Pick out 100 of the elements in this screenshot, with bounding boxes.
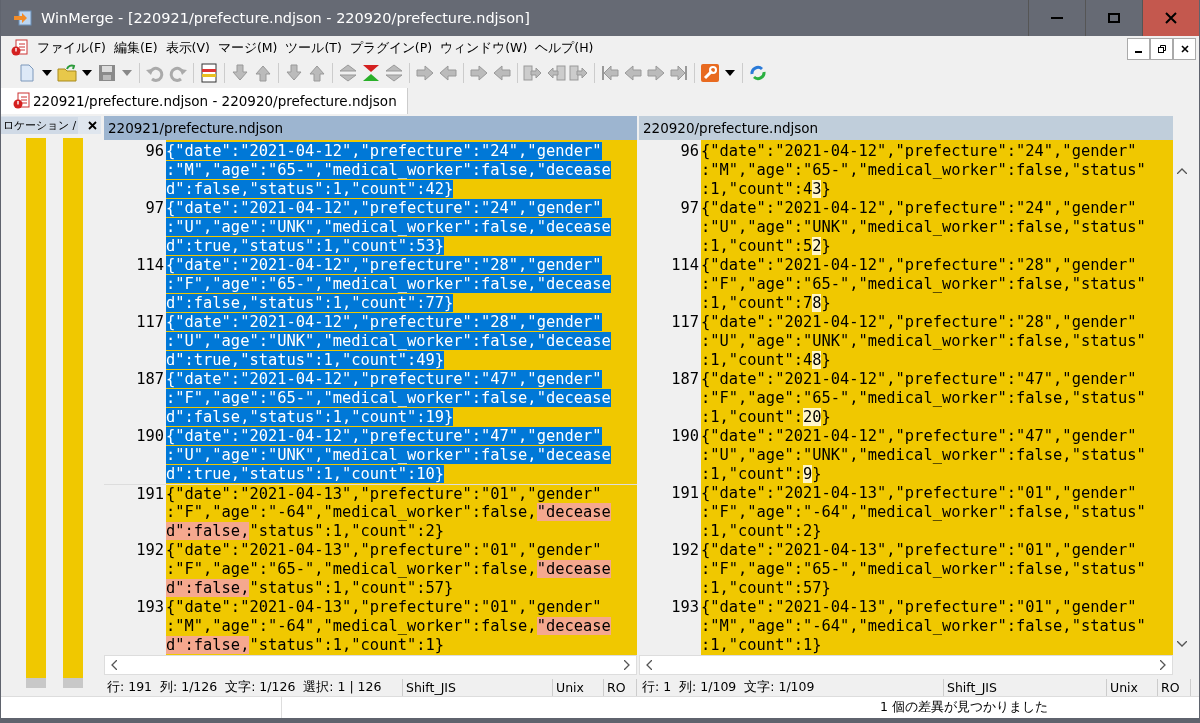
menu-item[interactable]: プラグイン(P)	[345, 39, 437, 57]
dropdown-caret-icon[interactable]	[42, 70, 52, 76]
document-tab[interactable]: 220921/prefecture.ndjson - 220920/prefecture.ndjson	[1, 88, 408, 114]
arrow-down-icon[interactable]	[230, 63, 250, 83]
refresh-icon[interactable]	[748, 63, 768, 83]
code-line: {"date":"2021-04-12","prefecture":"28","gender"	[701, 313, 1137, 331]
code-line: :1,"count":20}	[701, 408, 831, 426]
code-line: :"M","age":"65-","medical_worker":false,"status"	[701, 161, 1146, 179]
line-number: 193	[671, 598, 699, 616]
document-icon	[11, 39, 29, 57]
status-message: 1 個の差異が見つかりました	[880, 699, 1048, 716]
stacked-arrows-icon[interactable]	[338, 63, 358, 83]
menu-item[interactable]: ツール(T)	[281, 39, 346, 57]
menu-item[interactable]: 編集(E)	[109, 39, 162, 57]
line-number: 114	[136, 256, 164, 274]
line-number: 96	[145, 142, 164, 160]
scroll-down-icon[interactable]	[1177, 641, 1187, 647]
scroll-left-icon[interactable]	[646, 660, 652, 670]
code-line: {"date":"2021-04-12","prefecture":"47","gender"	[701, 370, 1137, 388]
code-line: {"date":"2021-04-13","prefecture":"01","gender"	[701, 541, 1137, 559]
line-number: 117	[136, 313, 164, 331]
code-line: {"date":"2021-04-13","prefecture":"01","gender"	[166, 598, 602, 616]
code-line: {"date":"2021-04-12","prefecture":"24","gender"	[701, 142, 1137, 160]
line-number: 97	[680, 199, 699, 217]
copy-left-icon[interactable]	[546, 63, 566, 83]
restore-icon	[1157, 45, 1166, 53]
arrow-right-icon[interactable]	[469, 63, 489, 83]
arrow-down-icon[interactable]	[284, 63, 304, 83]
app-icon	[13, 8, 33, 28]
dropdown-caret-icon[interactable]	[725, 70, 735, 76]
first-diff-icon[interactable]	[600, 63, 620, 83]
code-line: :1,"count":52}	[701, 237, 831, 255]
arrow-right-icon[interactable]	[415, 63, 435, 83]
diff-arrows-icon[interactable]	[361, 63, 381, 83]
arrow-up-icon[interactable]	[307, 63, 327, 83]
scroll-up-icon[interactable]	[1177, 168, 1187, 174]
scroll-left-icon[interactable]	[111, 660, 117, 670]
line-number: 117	[671, 313, 699, 331]
stacked-arrows-icon[interactable]	[384, 63, 404, 83]
code-line: :"F","age":"65-","medical_worker":false,"status"	[701, 389, 1146, 407]
code-line: :"U","age":"UNK","medical_worker":false,"status"	[701, 332, 1146, 350]
code-line: {"date":"2021-04-12","prefecture":"28","gender"	[701, 256, 1137, 274]
pane-header: 220921/prefecture.ndjson	[104, 116, 637, 140]
copy-right-icon[interactable]	[569, 63, 589, 83]
arrow-left-icon[interactable]	[492, 63, 512, 83]
arrow-left-icon[interactable]	[438, 63, 458, 83]
minimize-icon	[1051, 17, 1063, 19]
code-line: {"date":"2021-04-13","prefecture":"01","gender"	[166, 541, 602, 559]
line-number: 190	[671, 427, 699, 445]
code-line: d":false,"status":1,"count":2}	[166, 522, 444, 540]
last-diff-icon[interactable]	[669, 63, 689, 83]
horizontal-scrollbar[interactable]	[639, 655, 1173, 675]
code-line: {"date":"2021-04-12","prefecture":"47","gender"	[701, 427, 1137, 445]
code-line: :"U","age":"UNK","medical_worker":false,"status"	[701, 446, 1146, 464]
code-line: d":false,"status":1,"count":57}	[166, 579, 454, 597]
arrow-left-icon[interactable]	[623, 63, 643, 83]
new-document-icon[interactable]	[17, 63, 37, 83]
line-number: 187	[136, 370, 164, 388]
line-number: 187	[671, 370, 699, 388]
copy-right-icon[interactable]	[523, 63, 543, 83]
save-icon[interactable]	[97, 63, 117, 83]
menu-item[interactable]: ファイル(F)	[33, 39, 110, 57]
code-line: :"F","age":"-64","medical_worker":false,"status"	[701, 503, 1146, 521]
line-number: 191	[671, 484, 699, 502]
code-line: :1,"count":2}	[701, 522, 822, 540]
menu-item[interactable]: マージ(M)	[213, 39, 282, 57]
code-line: :"M","age":"-64","medical_worker":false,"decease	[166, 617, 611, 635]
line-number: 190	[136, 427, 164, 445]
child-minimize-button[interactable]	[1127, 38, 1150, 60]
open-folder-icon[interactable]	[57, 63, 77, 83]
code-line: :"F","age":"65-","medical_worker":false,"status"	[701, 275, 1146, 293]
close-icon[interactable]	[88, 120, 97, 130]
tab-label: 220921/prefecture.ndjson - 220920/prefecture.ndjson	[33, 93, 397, 109]
arrow-right-icon[interactable]	[646, 63, 666, 83]
code-line: :"F","age":"65-","medical_worker":false,"status"	[701, 560, 1146, 578]
code-line: :1,"count":9}	[701, 465, 822, 483]
pane-header: 220920/prefecture.ndjson	[639, 116, 1173, 140]
code-line: :1,"count":78}	[701, 294, 831, 312]
child-close-button[interactable]	[1173, 38, 1196, 60]
horizontal-scrollbar[interactable]	[104, 655, 637, 675]
code-line: {"date":"2021-04-12","prefecture":"24","gender"	[701, 199, 1137, 217]
report-icon[interactable]	[199, 63, 219, 83]
document-icon	[13, 92, 31, 110]
code-line: {"date":"2021-04-13","prefecture":"01","gender"	[166, 485, 602, 503]
menu-item[interactable]: ウィンドウ(W)	[436, 39, 532, 57]
menu-item[interactable]: 表示(V)	[161, 39, 214, 57]
code-line: :1,"count":48}	[701, 351, 831, 369]
child-restore-button[interactable]	[1150, 38, 1173, 60]
close-icon	[1165, 12, 1177, 24]
menu-item[interactable]: ヘルプ(H)	[531, 39, 598, 57]
scroll-right-icon[interactable]	[1160, 660, 1166, 670]
maximize-icon	[1108, 13, 1120, 23]
scroll-right-icon[interactable]	[624, 660, 630, 670]
wrench-icon[interactable]	[700, 63, 720, 83]
arrow-up-icon[interactable]	[253, 63, 273, 83]
close-button[interactable]	[1142, 0, 1199, 36]
line-number: 192	[671, 541, 699, 559]
code-line: :"M","age":"-64","medical_worker":false,"status"	[701, 617, 1146, 635]
dropdown-caret-icon[interactable]	[82, 70, 92, 76]
code-line: {"date":"2021-04-13","prefecture":"01","gender"	[701, 598, 1137, 616]
